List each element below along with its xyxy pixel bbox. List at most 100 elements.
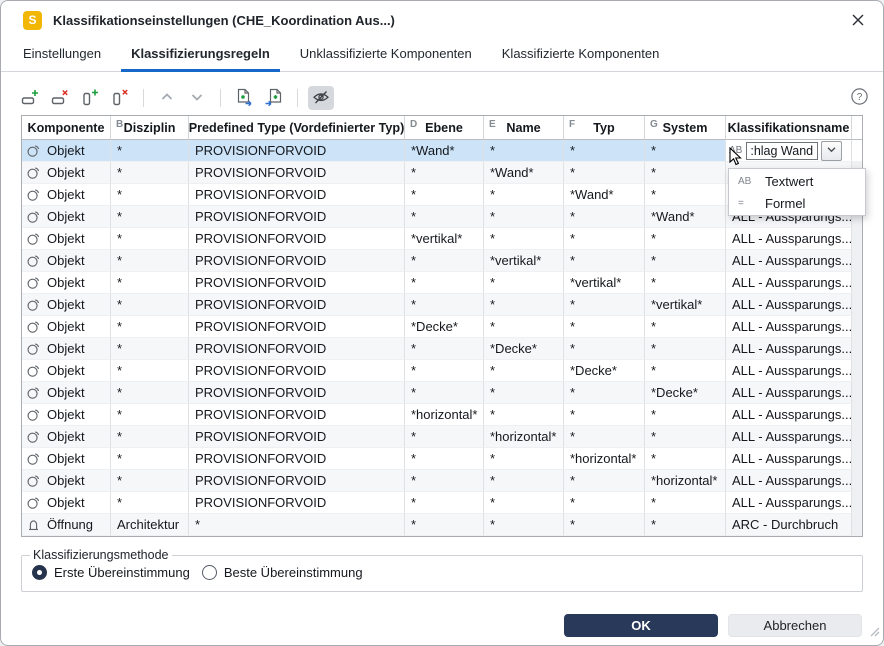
cell-ebene[interactable]: *: [405, 514, 484, 536]
cell-system[interactable]: *vertikal*: [645, 294, 726, 316]
cell-disziplin[interactable]: Architektur: [111, 514, 189, 536]
cell-typ[interactable]: *: [564, 294, 645, 316]
cell-typ[interactable]: *: [564, 206, 645, 228]
cell-system[interactable]: *: [645, 360, 726, 382]
cell-typ[interactable]: *: [564, 162, 645, 184]
cell-komponente[interactable]: Objekt: [22, 206, 111, 228]
import-rules-button[interactable]: [261, 86, 287, 110]
cell-komponente[interactable]: Objekt: [22, 360, 111, 382]
cell-name[interactable]: *: [484, 228, 564, 250]
cell-name[interactable]: *horizontal*: [484, 426, 564, 448]
close-button[interactable]: [849, 12, 867, 30]
radio-icon[interactable]: [32, 565, 47, 580]
cell-klassifikationsname[interactable]: ALL - Aussparungs...: [726, 426, 852, 448]
cell-komponente[interactable]: Objekt: [22, 316, 111, 338]
cell-system[interactable]: *: [645, 514, 726, 536]
table-row[interactable]: Objekt * PROVISIONFORVOID * * * *horizontal* AL…: [22, 470, 862, 492]
move-up-button[interactable]: [154, 86, 180, 110]
cell-typ[interactable]: *: [564, 250, 645, 272]
tab-klassifizierte-komponenten[interactable]: Klassifizierte Komponenten: [502, 46, 660, 71]
cell-name[interactable]: *: [484, 206, 564, 228]
cell-predefined-type[interactable]: PROVISIONFORVOID: [189, 316, 405, 338]
table-row[interactable]: Objekt * PROVISIONFORVOID * * *vertikal* * ALL …: [22, 272, 862, 294]
cell-predefined-type[interactable]: PROVISIONFORVOID: [189, 382, 405, 404]
table-row[interactable]: Objekt * PROVISIONFORVOID *vertikal* * * * ALL …: [22, 228, 862, 250]
cell-system[interactable]: *horizontal*: [645, 470, 726, 492]
cell-komponente[interactable]: Objekt: [22, 448, 111, 470]
cell-name[interactable]: *: [484, 470, 564, 492]
cell-name[interactable]: *Wand*: [484, 162, 564, 184]
cell-disziplin[interactable]: *: [111, 184, 189, 206]
cell-disziplin[interactable]: *: [111, 316, 189, 338]
cell-komponente[interactable]: Objekt: [22, 338, 111, 360]
menu-item-textwert[interactable]: AB Textwert: [729, 170, 865, 192]
cell-system[interactable]: *: [645, 250, 726, 272]
table-row[interactable]: Öffnung Architektur * * * * * ARC - Durchbruch: [22, 514, 862, 536]
cell-ebene[interactable]: *: [405, 470, 484, 492]
klassifikationsname-input[interactable]: [746, 141, 819, 160]
cell-komponente[interactable]: Objekt: [22, 492, 111, 514]
cell-typ[interactable]: *horizontal*: [564, 448, 645, 470]
cell-klassifikationsname[interactable]: ALL - Aussparungs...: [726, 448, 852, 470]
cell-name[interactable]: *: [484, 316, 564, 338]
cell-disziplin[interactable]: *: [111, 294, 189, 316]
cell-ebene[interactable]: *: [405, 272, 484, 294]
cell-predefined-type[interactable]: PROVISIONFORVOID: [189, 404, 405, 426]
ok-button[interactable]: OK: [564, 614, 718, 637]
table-row[interactable]: Objekt * PROVISIONFORVOID * *horizontal* * * AL…: [22, 426, 862, 448]
cell-klassifikationsname[interactable]: ALL - Aussparungs...: [726, 272, 852, 294]
add-column-button[interactable]: [77, 86, 103, 110]
cell-disziplin[interactable]: *: [111, 140, 189, 162]
table-row[interactable]: Objekt * PROVISIONFORVOID * * *Decke* * ALL - A…: [22, 360, 862, 382]
export-rules-button[interactable]: [231, 86, 257, 110]
toggle-hidden-rows-button[interactable]: [308, 86, 334, 110]
cell-klassifikationsname[interactable]: ALL - Aussparungs...: [726, 404, 852, 426]
cell-ebene[interactable]: *: [405, 426, 484, 448]
cell-komponente[interactable]: Objekt: [22, 426, 111, 448]
cell-disziplin[interactable]: *: [111, 470, 189, 492]
cell-name[interactable]: *: [484, 294, 564, 316]
cell-disziplin[interactable]: *: [111, 404, 189, 426]
cell-system[interactable]: *: [645, 228, 726, 250]
cell-system[interactable]: *: [645, 162, 726, 184]
help-button[interactable]: ?: [849, 88, 869, 108]
table-row[interactable]: Objekt * PROVISIONFORVOID * *vertikal* * * ALL …: [22, 250, 862, 272]
type-dropdown-button[interactable]: [821, 140, 843, 161]
cell-predefined-type[interactable]: PROVISIONFORVOID: [189, 184, 405, 206]
cell-typ[interactable]: *: [564, 470, 645, 492]
column-header-disziplin[interactable]: B Disziplin: [111, 116, 189, 140]
cell-name[interactable]: *: [484, 360, 564, 382]
cell-name[interactable]: *: [484, 272, 564, 294]
cell-komponente[interactable]: Objekt: [22, 184, 111, 206]
cell-name[interactable]: *Decke*: [484, 338, 564, 360]
cell-predefined-type[interactable]: PROVISIONFORVOID: [189, 338, 405, 360]
tab-unklassifizierte-komponenten[interactable]: Unklassifizierte Komponenten: [300, 46, 472, 71]
cell-klassifikationsname-editor[interactable]: AB: [726, 140, 852, 162]
cell-disziplin[interactable]: *: [111, 492, 189, 514]
cell-system[interactable]: *: [645, 316, 726, 338]
add-row-button[interactable]: [17, 86, 43, 110]
cell-disziplin[interactable]: *: [111, 338, 189, 360]
cell-ebene[interactable]: *: [405, 162, 484, 184]
cell-komponente[interactable]: Objekt: [22, 162, 111, 184]
cell-system[interactable]: *Decke*: [645, 382, 726, 404]
move-down-button[interactable]: [184, 86, 210, 110]
cell-predefined-type[interactable]: PROVISIONFORVOID: [189, 470, 405, 492]
column-header-predefined-type-vordefinierter-typ-[interactable]: Predefined Type (Vordefinierter Typ): [189, 116, 405, 140]
column-header-typ[interactable]: F Typ: [564, 116, 645, 140]
cell-klassifikationsname[interactable]: ARC - Durchbruch: [726, 514, 852, 536]
radio-icon[interactable]: [201, 565, 217, 580]
table-row[interactable]: Objekt * PROVISIONFORVOID *Decke* * * * ALL - A…: [22, 316, 862, 338]
cell-komponente[interactable]: Objekt: [22, 382, 111, 404]
cell-typ[interactable]: *vertikal*: [564, 272, 645, 294]
cell-system[interactable]: *: [645, 338, 726, 360]
cell-predefined-type[interactable]: PROVISIONFORVOID: [189, 140, 405, 162]
cell-ebene[interactable]: *horizontal*: [405, 404, 484, 426]
cell-typ[interactable]: *: [564, 404, 645, 426]
cell-ebene[interactable]: *: [405, 492, 484, 514]
cell-typ[interactable]: *: [564, 382, 645, 404]
cell-ebene[interactable]: *: [405, 294, 484, 316]
cell-typ[interactable]: *: [564, 514, 645, 536]
cell-disziplin[interactable]: *: [111, 382, 189, 404]
cell-typ[interactable]: *: [564, 316, 645, 338]
